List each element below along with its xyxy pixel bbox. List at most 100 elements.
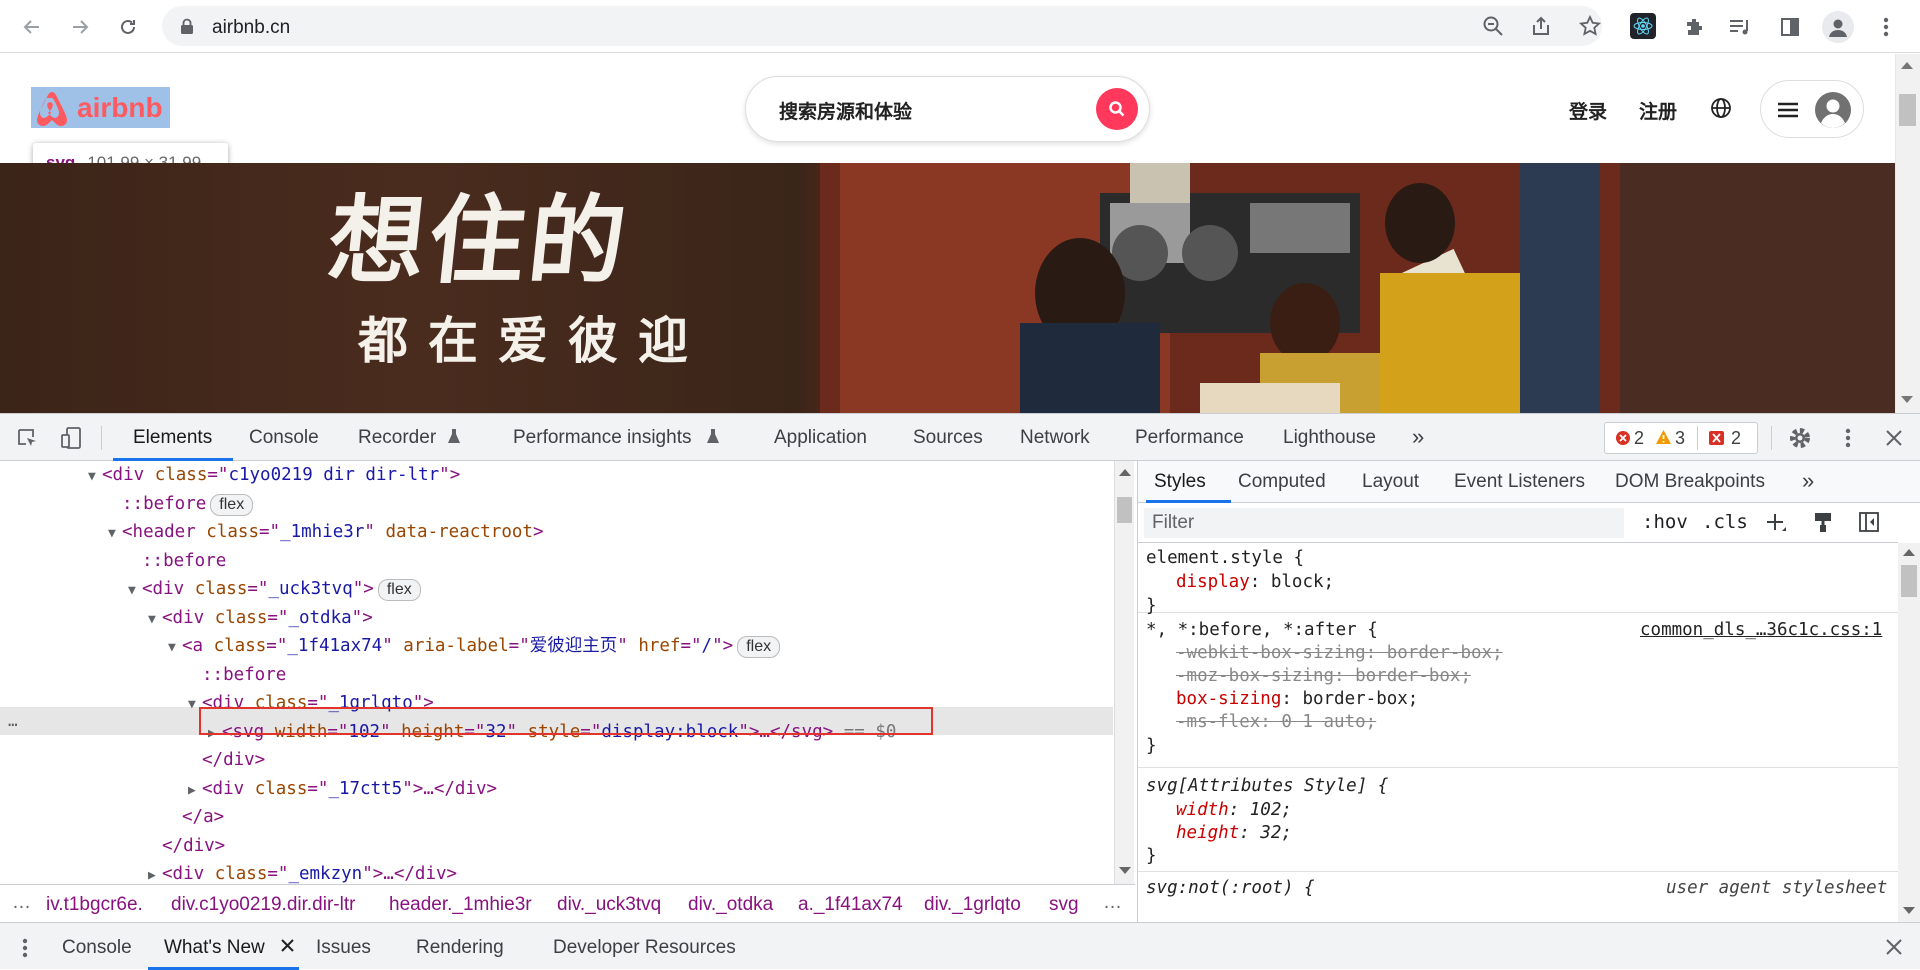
collapse-triangle-icon[interactable]: ▼ xyxy=(88,463,102,491)
inspect-element-icon[interactable] xyxy=(16,427,38,449)
flex-badge[interactable]: flex xyxy=(377,579,421,601)
media-icon[interactable] xyxy=(1724,11,1756,43)
scroll-up-icon[interactable] xyxy=(1901,62,1913,69)
zoom-icon[interactable] xyxy=(1482,15,1504,37)
tab-layout[interactable]: Layout xyxy=(1362,471,1419,493)
share-icon[interactable] xyxy=(1530,15,1552,37)
dom-node-line[interactable]: ▼ <div class="c1yo0219 dir dir-ltr"> xyxy=(88,461,460,489)
style-declaration[interactable]: display: block; xyxy=(1176,571,1334,594)
dom-node-line[interactable]: ▼ <div class="_otdka"> xyxy=(148,604,373,632)
user-menu-button[interactable] xyxy=(1760,80,1864,138)
scroll-down-icon[interactable] xyxy=(1119,867,1131,874)
paint-brush-icon[interactable] xyxy=(1812,511,1834,533)
styles-scrollbar[interactable] xyxy=(1898,543,1920,922)
breadcrumb-item[interactable]: div.c1yo0219.dir.dir-ltr xyxy=(171,894,355,916)
breadcrumb-scroll-right-icon[interactable]: … xyxy=(1103,892,1122,914)
property-value[interactable]: 32; xyxy=(1260,823,1292,843)
scroll-down-icon[interactable] xyxy=(1901,396,1913,403)
style-declaration[interactable]: width: 102; xyxy=(1176,799,1292,822)
address-bar[interactable]: airbnb.cn xyxy=(162,6,1602,46)
elements-tree[interactable]: … ▼ <div class="c1yo0219 dir dir-ltr">::b… xyxy=(0,461,1115,884)
rule-selector[interactable]: *, *:before, *:after { xyxy=(1146,619,1378,642)
search-bar[interactable]: 搜索房源和体验 xyxy=(745,76,1150,142)
drawer-tab-issues[interactable]: Issues xyxy=(316,937,371,959)
scroll-thumb[interactable] xyxy=(1899,94,1916,126)
collapse-triangle-icon[interactable]: ▼ xyxy=(168,634,182,662)
signup-link[interactable]: 注册 xyxy=(1639,97,1677,124)
collapse-triangle-icon[interactable]: ▼ xyxy=(108,520,122,548)
dom-node-line[interactable]: ▶ <div class="_17ctt5">…</div> xyxy=(188,775,497,803)
property-value[interactable]: block; xyxy=(1271,572,1334,592)
tab-lighthouse[interactable]: Lighthouse xyxy=(1283,427,1376,449)
breadcrumb-item[interactable]: svg xyxy=(1049,894,1079,916)
drawer-tab-console[interactable]: Console xyxy=(62,937,132,959)
new-rule-plus-icon[interactable] xyxy=(1765,512,1787,534)
property-value[interactable]: 102; xyxy=(1250,800,1292,820)
tab-event-listeners[interactable]: Event Listeners xyxy=(1454,471,1585,493)
property-name[interactable]: width xyxy=(1176,800,1229,820)
breadcrumb-item[interactable]: header._1mhie3r xyxy=(389,894,532,916)
breadcrumb-scroll-left-icon[interactable]: … xyxy=(12,892,31,914)
property-name[interactable]: display xyxy=(1176,572,1250,592)
page-scrollbar[interactable] xyxy=(1895,54,1920,413)
dom-node-line[interactable]: </a> xyxy=(168,803,224,831)
dom-node-line[interactable]: </div> xyxy=(148,832,225,860)
tab-performance-insights[interactable]: Performance insights xyxy=(513,427,691,449)
dom-node-line[interactable]: ▼ <header class="_1mhie3r" data-reactroot… xyxy=(108,518,544,546)
forward-icon[interactable] xyxy=(64,11,96,43)
property-value[interactable]: border-box; xyxy=(1302,689,1418,709)
airbnb-logo[interactable]: airbnb xyxy=(32,88,172,128)
drawer-menu-icon[interactable] xyxy=(22,937,28,959)
lock-icon[interactable] xyxy=(180,18,194,34)
scroll-thumb[interactable] xyxy=(1117,497,1132,523)
drawer-tab-rendering[interactable]: Rendering xyxy=(416,937,504,959)
tab-styles[interactable]: Styles xyxy=(1154,471,1206,493)
elements-scrollbar[interactable] xyxy=(1114,461,1134,884)
flex-badge[interactable]: flex xyxy=(737,636,781,658)
dom-node-line[interactable]: ::before flex xyxy=(108,490,254,518)
dom-node-line[interactable]: ::before xyxy=(128,547,226,575)
style-declaration[interactable]: height: 32; xyxy=(1176,822,1292,845)
overridden-declaration[interactable]: -moz-box-sizing: border-box; xyxy=(1176,665,1471,688)
extensions-icon[interactable] xyxy=(1678,11,1710,43)
breadcrumb-item[interactable]: iv.t1bgcr6e. xyxy=(46,894,143,916)
toggle-sidebar-icon[interactable] xyxy=(1858,511,1880,533)
sidepanel-icon[interactable] xyxy=(1774,11,1806,43)
reload-icon[interactable] xyxy=(112,11,144,43)
dom-node-line[interactable]: </div> xyxy=(188,746,265,774)
profile-icon[interactable] xyxy=(1822,11,1854,43)
flex-badge[interactable]: flex xyxy=(210,493,254,516)
tab-computed[interactable]: Computed xyxy=(1238,471,1326,493)
drawer-tab-developer-resources[interactable]: Developer Resources xyxy=(553,937,736,959)
filter-input[interactable]: Filter xyxy=(1144,508,1624,538)
scroll-down-icon[interactable] xyxy=(1903,907,1915,914)
device-toolbar-icon[interactable] xyxy=(60,426,82,450)
rule-selector[interactable]: svg:not(:root) { xyxy=(1146,877,1315,900)
close-tab-icon[interactable] xyxy=(281,939,294,952)
breadcrumb-item[interactable]: div._1grlqto xyxy=(924,894,1021,916)
row-menu-ellipsis-icon[interactable]: … xyxy=(8,707,18,735)
breadcrumb-item[interactable]: div._otdka xyxy=(688,894,773,916)
dom-node-line[interactable]: ▼ <div class="_uck3tvq"> flex xyxy=(128,575,421,603)
kebab-icon[interactable] xyxy=(1870,11,1902,43)
close-drawer-icon[interactable] xyxy=(1886,939,1902,955)
issue-counters[interactable]: 2 3 2 xyxy=(1604,422,1758,454)
breadcrumb-item[interactable]: a._1f41ax74 xyxy=(798,894,903,916)
scroll-up-icon[interactable] xyxy=(1903,549,1915,556)
source-link[interactable]: common_dls_…36c1c.css:1 xyxy=(1640,619,1882,642)
search-button[interactable] xyxy=(1096,88,1138,130)
breadcrumb-item[interactable]: div._uck3tvq xyxy=(557,894,661,916)
dom-node-line[interactable]: ▶ <div class="_emkzyn">…</div> xyxy=(148,860,457,884)
collapse-triangle-icon[interactable]: ▼ xyxy=(148,606,162,634)
hov-toggle[interactable]: :hov xyxy=(1642,511,1688,533)
hero-banner[interactable]: 想住的 都在爱彼迎 xyxy=(0,163,1895,413)
devtools-menu-icon[interactable] xyxy=(1845,427,1851,449)
settings-gear-icon[interactable] xyxy=(1788,426,1812,450)
back-icon[interactable] xyxy=(16,11,48,43)
star-icon[interactable] xyxy=(1578,14,1602,38)
property-name[interactable]: box-sizing xyxy=(1176,689,1281,709)
expand-triangle-icon[interactable]: ▶ xyxy=(148,862,162,884)
tab-console[interactable]: Console xyxy=(249,427,319,449)
style-declaration[interactable]: box-sizing: border-box; xyxy=(1176,688,1418,711)
tab-application[interactable]: Application xyxy=(774,427,867,449)
